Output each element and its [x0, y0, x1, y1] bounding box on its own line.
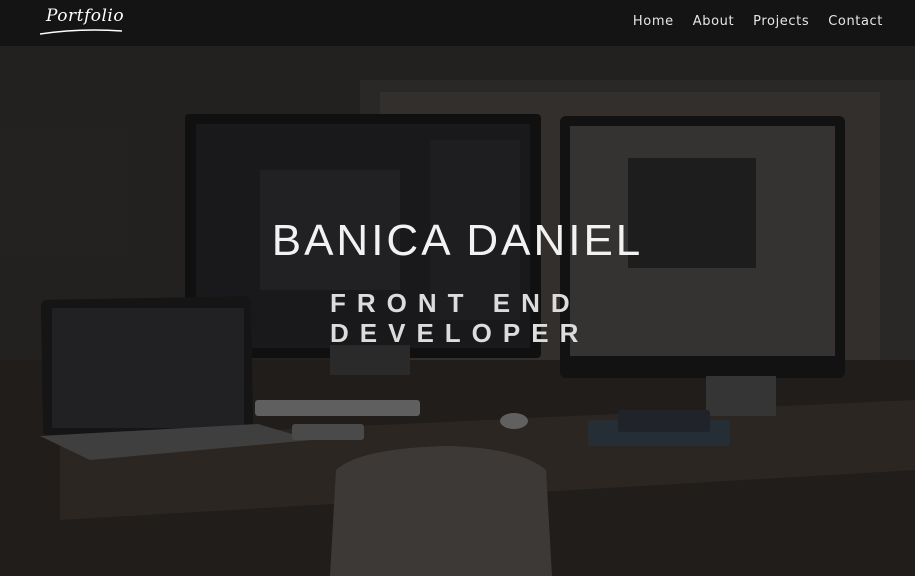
nav-about-link[interactable]: About [693, 14, 734, 29]
portfolio-logo[interactable]: Portfolio [40, 4, 125, 38]
logo-text: Portfolio [46, 6, 125, 26]
nav-contact-link[interactable]: Contact [828, 14, 883, 29]
nav-projects-link[interactable]: Projects [753, 14, 809, 29]
hero-title: BANICA DANIEL [271, 216, 644, 265]
nav-home-link[interactable]: Home [633, 14, 674, 29]
hero-subtitle: FRONT END DEVELOPER [330, 288, 590, 348]
logo-underline-swoosh [40, 29, 122, 35]
top-navbar: Portfolio Home About Projects Contact [0, 0, 915, 46]
main-nav: Home About Projects Contact [633, 14, 883, 29]
hero-section: BANICA DANIEL FRONT END DEVELOPER [0, 0, 915, 576]
